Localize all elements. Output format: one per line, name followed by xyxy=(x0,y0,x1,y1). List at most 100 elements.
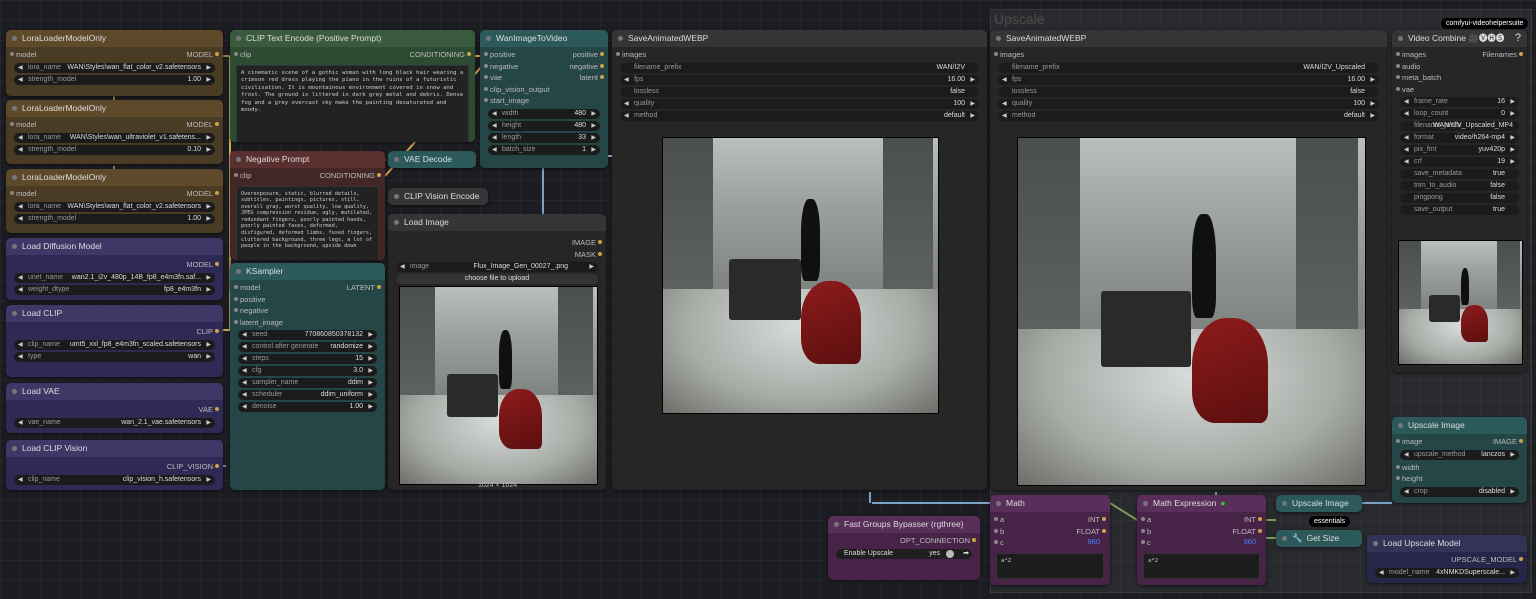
images-input[interactable]: images xyxy=(1395,50,1426,59)
negative-output[interactable]: negative xyxy=(570,62,605,71)
math-expression-node[interactable]: Math Expression ● a INT b FLOAT c 960 a*2 xyxy=(1137,495,1266,585)
c-input[interactable]: c xyxy=(1141,538,1151,547)
prompt-textarea[interactable]: A cinematic scene of a gothic woman with… xyxy=(236,64,469,142)
node-title[interactable]: CLIP Vision Encode xyxy=(388,188,488,205)
steps-widget[interactable]: steps15 xyxy=(238,354,377,364)
denoise-widget[interactable]: denoise1.00 xyxy=(238,402,377,412)
node-title[interactable]: Math xyxy=(990,495,1110,512)
start-image-input[interactable]: start_image xyxy=(483,96,529,105)
model-input[interactable]: model xyxy=(233,283,260,292)
node-title[interactable]: KSampler xyxy=(230,263,385,280)
load-clip-vision[interactable]: Load CLIP Vision CLIP_VISION clip_namecl… xyxy=(6,440,223,490)
fast-groups-bypasser-node[interactable]: Fast Groups Bypasser (rgthree) OPT_CONNE… xyxy=(828,516,980,580)
node-title[interactable]: Load Diffusion Model xyxy=(6,238,223,255)
crop-widget[interactable]: cropdisabled xyxy=(1400,486,1519,497)
latent-output[interactable]: latent xyxy=(580,73,605,82)
negative-input[interactable]: negative xyxy=(233,306,268,315)
height-widget[interactable]: height480 xyxy=(488,120,600,131)
node-title[interactable]: Fast Groups Bypasser (rgthree) xyxy=(828,516,980,533)
height-input[interactable]: height xyxy=(1395,474,1422,483)
node-title[interactable]: Load Image xyxy=(388,214,606,231)
latent-image-input[interactable]: latent_image xyxy=(234,318,283,327)
help-icon[interactable]: ? xyxy=(1515,30,1521,47)
lora-name-widget[interactable]: lora_nameWAN\Styles\wan_flat_color_v2.sa… xyxy=(14,201,215,212)
wan-image-to-video-node[interactable]: WanImageToVideo positive positive negativ… xyxy=(480,30,608,168)
sampler-name-widget[interactable]: sampler_nameddim xyxy=(238,378,377,388)
images-input[interactable]: images xyxy=(615,50,646,59)
width-widget[interactable]: width480 xyxy=(488,108,600,119)
model-name-widget[interactable]: model_name4xNMKDSuperscale... xyxy=(1375,567,1519,578)
image-output[interactable]: IMAGE xyxy=(1493,437,1524,446)
method-widget[interactable]: methoddefault xyxy=(998,110,1379,121)
node-title[interactable]: Negative Prompt xyxy=(230,151,385,168)
quality-widget[interactable]: quality100 xyxy=(998,98,1379,109)
weight-dtype-widget[interactable]: weight_dtypefp8_e4m3fn xyxy=(14,284,215,295)
lora-loader-1[interactable]: LoraLoaderModelOnly model MODEL lora_name… xyxy=(6,30,223,96)
model-output[interactable]: MODEL xyxy=(186,260,219,269)
clip-name-widget[interactable]: clip_nameumt5_xxl_fp8_e4m3fn_scaled.safe… xyxy=(14,339,215,350)
batch-size-widget[interactable]: batch_size1 xyxy=(488,144,600,155)
pingpong-toggle[interactable]: pingpong false xyxy=(1400,193,1519,203)
float-output[interactable]: FLOAT xyxy=(1232,527,1262,536)
upscale-image-collapsed[interactable]: Upscale Image xyxy=(1276,495,1362,512)
node-title[interactable]: Load VAE xyxy=(6,383,223,400)
upload-button[interactable]: choose file to upload xyxy=(396,274,598,284)
quality-widget[interactable]: quality100 xyxy=(620,98,979,109)
method-widget[interactable]: methoddefault xyxy=(620,110,979,121)
model-output[interactable]: MODEL xyxy=(186,50,219,59)
enable-upscale-toggle[interactable]: Enable Upscale yes ➡ xyxy=(836,548,972,559)
trim-to-audio-toggle[interactable]: trim_to_audio false xyxy=(1400,181,1519,191)
scheduler-widget[interactable]: schedulerddim_uniform xyxy=(238,390,377,400)
filenames-output[interactable]: Filenames xyxy=(1482,50,1523,59)
node-title[interactable]: SaveAnimatedWEBP xyxy=(612,30,987,47)
node-title[interactable]: 🔧 Get Size xyxy=(1276,530,1362,547)
int-output[interactable]: INT xyxy=(1244,515,1263,524)
save-output-toggle[interactable]: save_output true xyxy=(1400,205,1519,215)
clip-input[interactable]: clip xyxy=(233,50,251,59)
strength-widget[interactable]: strength_model1.00 xyxy=(14,74,215,85)
model-output[interactable]: MODEL xyxy=(186,120,219,129)
upscale-model-output[interactable]: UPSCALE_MODEL xyxy=(1451,555,1523,564)
strength-widget[interactable]: strength_model1.00 xyxy=(14,213,215,224)
control-widget[interactable]: control after generaterandomize xyxy=(238,342,377,352)
conditioning-output[interactable]: CONDITIONING xyxy=(410,50,472,59)
node-title[interactable]: SaveAnimatedWEBP xyxy=(990,30,1387,47)
int-output[interactable]: INT xyxy=(1088,515,1107,524)
lora-name-widget[interactable]: lora_nameWAN\Styles\wan_flat_color_v2.sa… xyxy=(14,62,215,73)
lora-loader-3[interactable]: LoraLoaderModelOnly model MODEL lora_name… xyxy=(6,169,223,233)
lora-loader-2[interactable]: LoraLoaderModelOnly model MODEL lora_name… xyxy=(6,100,223,164)
strength-widget[interactable]: strength_model0.10 xyxy=(14,144,215,155)
model-input[interactable]: model xyxy=(9,50,36,59)
negative-input[interactable]: negative xyxy=(483,62,518,71)
c-input[interactable]: c xyxy=(994,538,1004,547)
conditioning-output[interactable]: CONDITIONING xyxy=(320,171,382,180)
node-title[interactable]: VAE Decode xyxy=(388,151,476,168)
clip-vision-name-widget[interactable]: clip_nameclip_vision_h.safetensors xyxy=(14,474,215,485)
positive-output[interactable]: positive xyxy=(573,50,605,59)
get-size-node[interactable]: 🔧 Get Size xyxy=(1276,530,1362,547)
meta-batch-input[interactable]: meta_batch xyxy=(1395,73,1441,82)
lora-name-widget[interactable]: lora_nameWAN\Styles\wan_ultraviolet_v1.s… xyxy=(14,132,215,143)
audio-input[interactable]: audio xyxy=(1395,62,1420,71)
load-upscale-model-node[interactable]: Load Upscale Model UPSCALE_MODEL model_n… xyxy=(1367,535,1527,583)
vae-input[interactable]: vae xyxy=(1395,85,1414,94)
vae-input[interactable]: vae xyxy=(483,73,502,82)
length-widget[interactable]: length33 xyxy=(488,132,600,143)
node-title[interactable]: Load CLIP Vision xyxy=(6,440,223,457)
seed-widget[interactable]: seed770860850378132 xyxy=(238,330,377,340)
width-input[interactable]: width xyxy=(1396,463,1420,472)
ksampler-node[interactable]: KSampler model LATENT positive negative l… xyxy=(230,263,385,490)
node-title[interactable]: Load Upscale Model xyxy=(1367,535,1527,552)
save-metadata-toggle[interactable]: save_metadata true xyxy=(1400,169,1519,179)
negative-prompt-node[interactable]: Negative Prompt clip CONDITIONING Overexp… xyxy=(230,151,385,260)
lossless-widget[interactable]: lossless false xyxy=(998,86,1379,97)
float-output[interactable]: FLOAT xyxy=(1076,527,1106,536)
node-title[interactable]: CLIP Text Encode (Positive Prompt) xyxy=(230,30,475,47)
image-output[interactable]: IMAGE xyxy=(572,238,603,247)
clip-type-widget[interactable]: typewan xyxy=(14,351,215,362)
model-input[interactable]: model xyxy=(9,120,36,129)
clip-vision-output[interactable]: CLIP_VISION xyxy=(167,462,220,471)
vae-output[interactable]: VAE xyxy=(199,405,220,414)
crf-widget[interactable]: crf19 xyxy=(1400,157,1519,167)
expression-textarea[interactable]: a*2 xyxy=(996,552,1104,579)
